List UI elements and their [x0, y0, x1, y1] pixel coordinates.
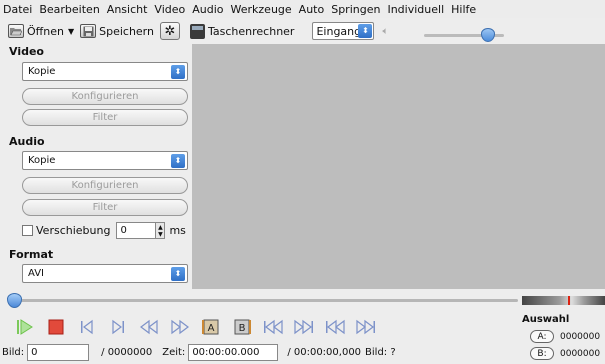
save-icon [80, 24, 97, 38]
menu-ansicht[interactable]: Ansicht [107, 3, 148, 16]
video-filter-button[interactable]: Filter [22, 109, 188, 126]
menu-audio[interactable]: Audio [192, 3, 223, 16]
audio-shift-unit: ms [169, 224, 186, 237]
frame-label: Bild: [2, 346, 25, 358]
time-input[interactable]: 00:00:00.000 [188, 343, 279, 361]
go-to-end-icon[interactable] [356, 318, 376, 336]
open-label: Öffnen [27, 24, 64, 38]
calculator-icon [190, 23, 205, 39]
save-button[interactable]: Speichern [80, 21, 154, 41]
play-icon[interactable] [15, 318, 35, 336]
time-label: Zeit: [162, 346, 186, 358]
audio-codec-value: Kopie [28, 155, 56, 166]
select-arrows-icon: ⬍ [358, 24, 373, 38]
save-label: Speichern [99, 24, 154, 38]
select-arrows-icon: ⬍ [171, 65, 185, 79]
audio-shift-row: Verschiebung 0 ▲ ▼ ms [22, 222, 186, 239]
frame-total: / 0000000 [101, 346, 153, 358]
select-arrows-icon: ⬍ [171, 267, 185, 281]
menu-datei[interactable]: Datei [3, 3, 32, 16]
go-to-start-icon[interactable] [325, 318, 345, 336]
fast-forward-icon[interactable] [170, 318, 190, 336]
selection-b-row: B: 0000000 [530, 347, 600, 360]
menu-werkzeuge[interactable]: Werkzeuge [231, 3, 292, 16]
go-to-marker-a-button[interactable]: A: [530, 330, 554, 343]
next-frame-icon[interactable] [108, 318, 128, 336]
audio-shift-checkbox[interactable] [22, 225, 33, 236]
audio-shift-label: Verschiebung [36, 224, 111, 237]
menubar: Datei Bearbeiten Ansicht Video Audio Wer… [0, 0, 605, 18]
selection-a-value: 0000000 [560, 331, 601, 342]
menu-auto[interactable]: Auto [299, 3, 325, 16]
input-select-value: Eingang [316, 24, 362, 38]
status-bar: Bild: 0 / 0000000 Zeit: 00:00:00.000 / 0… [2, 343, 396, 361]
open-button[interactable]: Öffnen ▼ [8, 21, 74, 41]
svg-text:A: A [208, 323, 215, 334]
audio-shift-input[interactable]: 0 [116, 222, 157, 239]
menu-individuell[interactable]: Individuell [387, 3, 444, 16]
menu-video[interactable]: Video [154, 3, 185, 16]
menu-hilfe[interactable]: Hilfe [451, 3, 476, 16]
video-section-title: Video [9, 45, 44, 58]
audio-codec-select[interactable]: Kopie ⬍ [22, 151, 188, 170]
settings-gear-icon[interactable]: ✲ [160, 22, 180, 40]
set-marker-b-icon[interactable]: B [232, 318, 252, 336]
playback-controls: A B [15, 317, 387, 337]
audio-filter-button[interactable]: Filter [22, 199, 188, 216]
frame-input[interactable]: 0 [27, 343, 90, 361]
audio-configure-button[interactable]: Konfigurieren [22, 177, 188, 194]
audio-section-title: Audio [9, 135, 45, 148]
svg-text:B: B [239, 323, 246, 334]
volume-slider[interactable] [424, 28, 504, 42]
dropdown-arrow-icon[interactable]: ▼ [68, 27, 74, 36]
video-codec-value: Kopie [28, 66, 56, 77]
audio-shift-spinner[interactable]: ▲ ▼ [156, 222, 166, 239]
settings-panel: Video Kopie ⬍ Konfigurieren Filter Audio… [0, 45, 192, 285]
toolbar: Öffnen ▼ Speichern ✲ Taschenrechner Eing… [0, 18, 605, 44]
position-meter [522, 296, 605, 305]
format-section-title: Format [9, 248, 54, 261]
seek-slider-handle[interactable] [7, 293, 22, 308]
format-select[interactable]: AVI ⬍ [22, 264, 188, 283]
previous-frame-icon[interactable] [77, 318, 97, 336]
next-keyframe-icon[interactable] [294, 318, 314, 336]
selection-a-row: A: 0000000 [530, 330, 600, 343]
format-value: AVI [28, 268, 44, 279]
calculator-button[interactable]: Taschenrechner [190, 21, 294, 41]
select-arrows-icon: ⬍ [171, 154, 185, 168]
video-preview [192, 44, 605, 289]
stop-icon[interactable] [46, 318, 66, 336]
video-configure-button[interactable]: Konfigurieren [22, 88, 188, 105]
input-select[interactable]: Eingang ⬍ [312, 22, 375, 40]
time-total: / 00:00:00,000 [287, 346, 362, 358]
menu-springen[interactable]: Springen [331, 3, 380, 16]
video-codec-select[interactable]: Kopie ⬍ [22, 62, 188, 81]
speaker-icon: 🔈︎ [382, 25, 389, 37]
position-marker [568, 296, 570, 305]
selection-b-value: 0000000 [560, 348, 601, 359]
frame-type: Bild: ? [365, 346, 396, 358]
set-marker-a-icon[interactable]: A [201, 318, 221, 336]
folder-open-icon [8, 24, 24, 38]
previous-keyframe-icon[interactable] [263, 318, 283, 336]
go-to-marker-b-button[interactable]: B: [530, 347, 554, 360]
rewind-icon[interactable] [139, 318, 159, 336]
seek-slider[interactable] [7, 293, 518, 308]
selection-title: Auswahl [522, 314, 570, 325]
menu-bearbeiten[interactable]: Bearbeiten [39, 3, 99, 16]
calculator-label: Taschenrechner [208, 24, 295, 38]
